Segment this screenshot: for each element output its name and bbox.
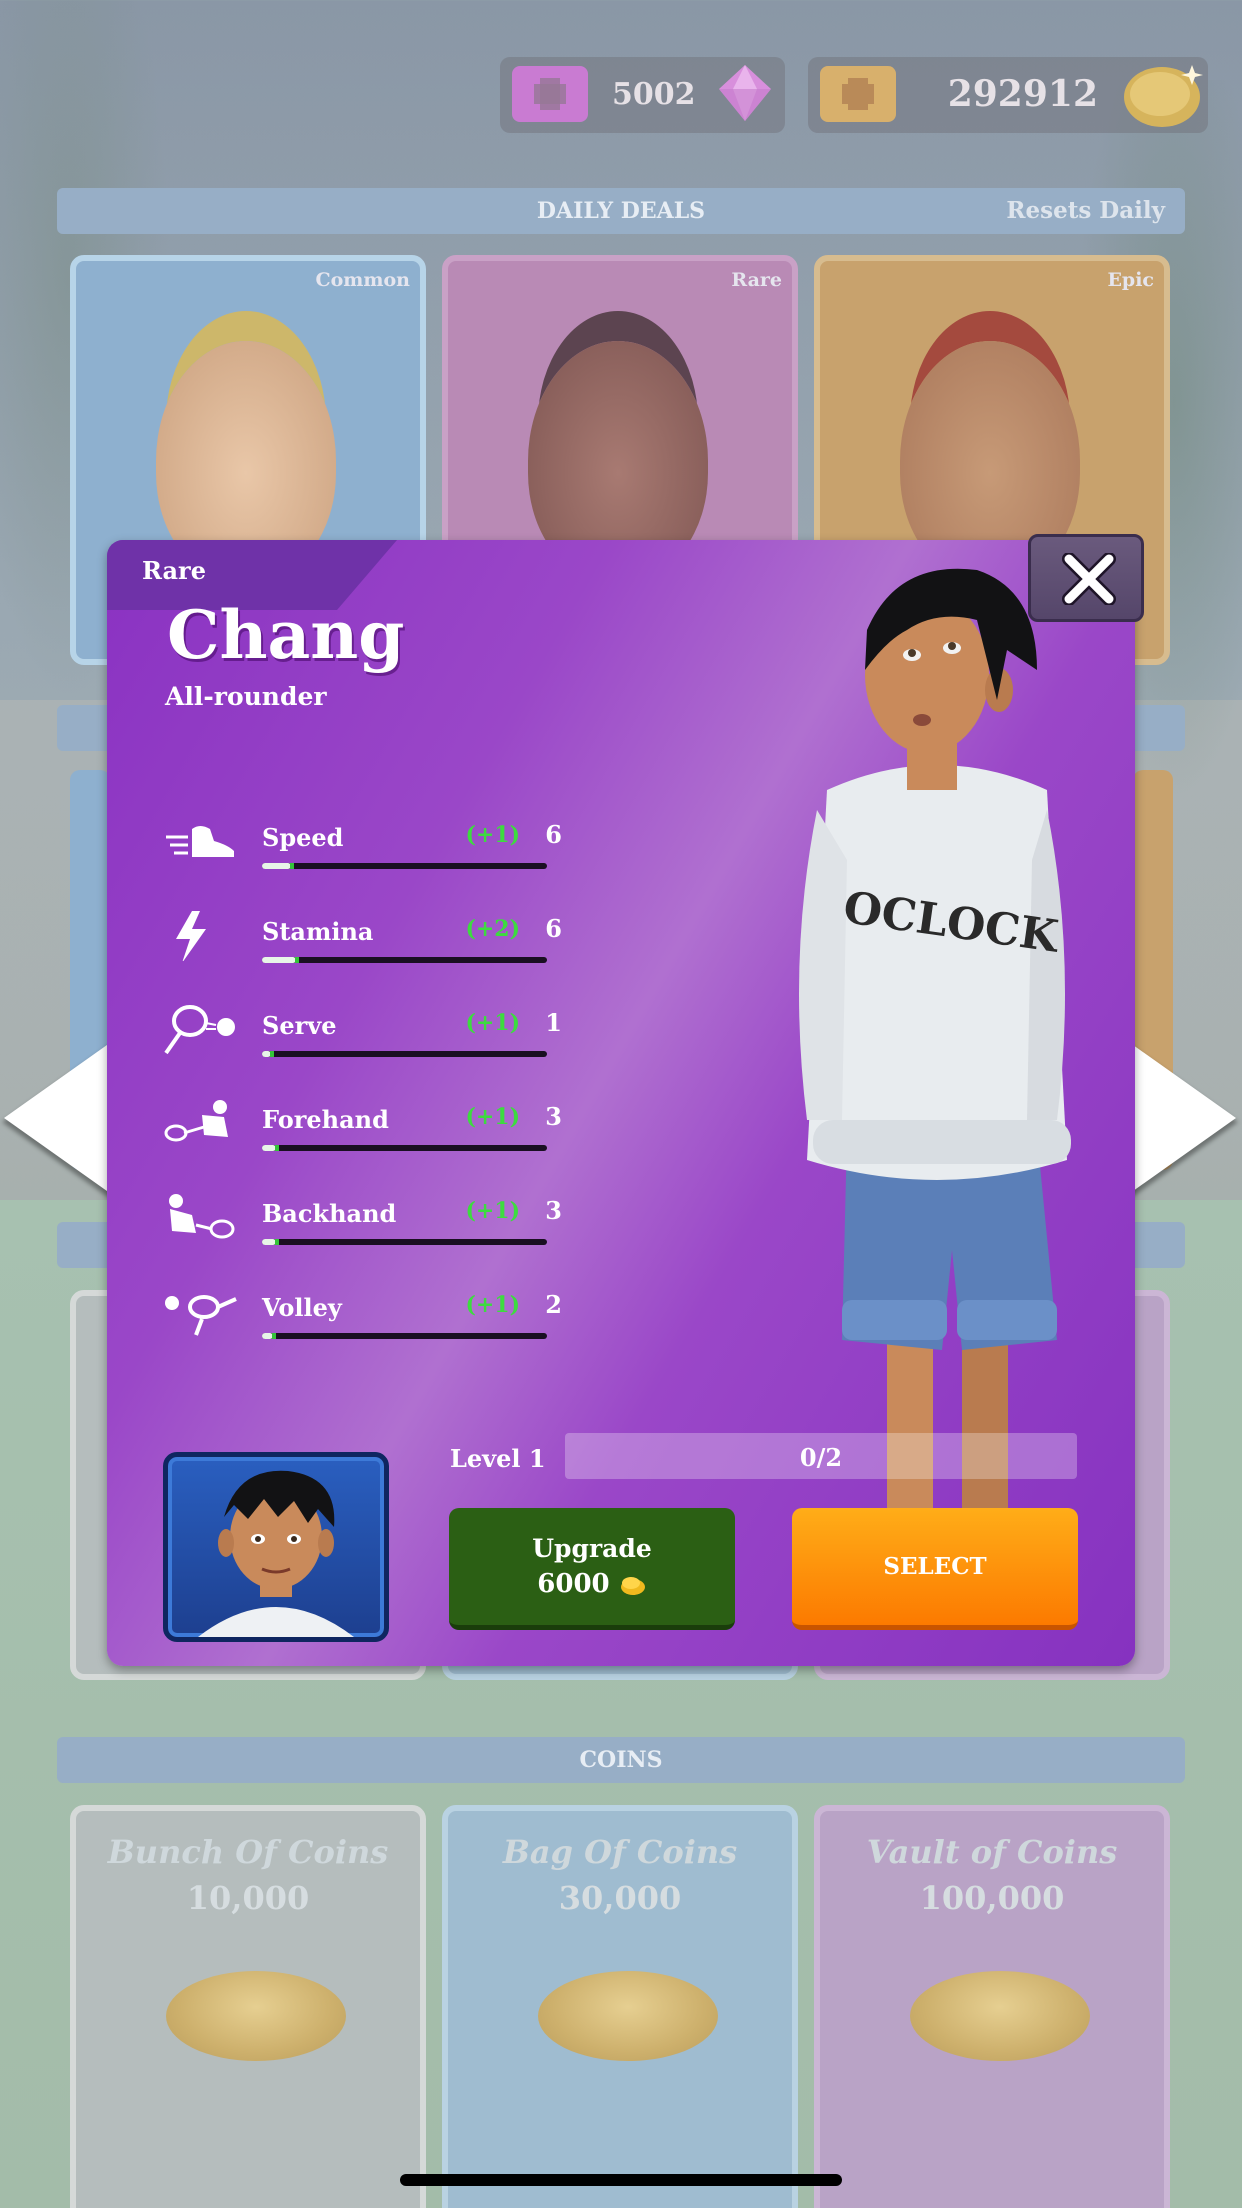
stat-backhand: Backhand (+1) 3: [162, 1191, 562, 1285]
upgrade-cost-row: 6000: [449, 1569, 735, 1599]
stat-volley: Volley (+1) 2: [162, 1285, 562, 1379]
character-role: All-rounder: [165, 682, 327, 711]
card-rarity-label: Rare: [731, 269, 782, 291]
resets-daily-label: Resets Daily: [1006, 197, 1165, 224]
stat-value: 1: [545, 1008, 562, 1037]
shoe-icon: [166, 826, 234, 857]
stat-label: Volley: [262, 1293, 342, 1322]
level-progress-bar: 0/2: [565, 1433, 1077, 1479]
stat-fill: [262, 1333, 277, 1339]
stat-label: Backhand: [262, 1199, 397, 1228]
character-3d-model: OCLOCK: [799, 568, 1071, 1567]
coins-title: COINS: [579, 1747, 663, 1773]
daily-deals-header: DAILY DEALS Resets Daily: [57, 188, 1185, 234]
coin-vault-icon: [910, 1971, 1090, 2061]
level-progress-text: 0/2: [799, 1443, 843, 1472]
gem-icon: [719, 65, 771, 121]
coin-pack-vault[interactable]: Vault of Coins 100,000: [814, 1805, 1170, 2208]
pack-amount: 10,000: [186, 1879, 310, 1917]
stat-fill: [262, 863, 293, 869]
coin-bag-icon: [538, 1971, 718, 2061]
character-detail-modal: Rare Chang All-rounder Speed (+1) 6 Stam…: [107, 540, 1135, 1666]
rarity-label: Rare: [142, 556, 206, 585]
add-gems-button[interactable]: [512, 66, 588, 122]
stat-value: 6: [545, 820, 562, 849]
stat-fill: [262, 957, 300, 963]
stat-bonus: (+1): [465, 822, 520, 848]
backhand-icon: [169, 1194, 235, 1239]
forehand-icon: [164, 1100, 228, 1142]
volley-icon: [165, 1295, 237, 1336]
character-name: Chang: [167, 596, 405, 674]
close-icon: [1062, 553, 1116, 605]
upgrade-label: Upgrade: [532, 1534, 652, 1563]
stat-value: 6: [545, 914, 562, 943]
stat-label: Speed: [262, 823, 344, 852]
coin-pack-bag[interactable]: Bag Of Coins 30,000: [442, 1805, 798, 2208]
gems-value: 5002: [612, 77, 696, 112]
racket-ball-icon: [164, 1005, 235, 1055]
gems-counter: 5002: [500, 57, 785, 133]
daily-deals-title: DAILY DEALS: [536, 198, 706, 224]
coin-pile-icon: [166, 1971, 346, 2061]
stat-value: 3: [545, 1196, 562, 1225]
stat-bonus: (+1): [465, 1010, 520, 1036]
stat-forehand: Forehand (+1) 3: [162, 1097, 562, 1191]
stat-fill: [262, 1051, 273, 1057]
stat-bonus: (+2): [465, 916, 520, 942]
close-button[interactable]: [1028, 534, 1144, 622]
pack-name: Bunch Of Coins: [107, 1833, 389, 1871]
coin-icon: [1124, 65, 1203, 127]
stat-value: 3: [545, 1102, 562, 1131]
stat-label: Serve: [262, 1011, 337, 1040]
stat-value: 2: [545, 1290, 562, 1319]
level-label: Level 1: [450, 1444, 546, 1473]
coins-counter: 292912: [808, 57, 1208, 133]
coins-header: COINS: [57, 1737, 1185, 1783]
portrait-image: [198, 1470, 354, 1637]
pack-amount: 30,000: [558, 1879, 682, 1917]
coins-value: 292912: [947, 73, 1098, 115]
select-button[interactable]: SELECT: [792, 1508, 1078, 1630]
stat-speed: Speed (+1) 6: [162, 815, 562, 909]
card-rarity-label: Epic: [1107, 269, 1154, 291]
upgrade-cost: 6000: [537, 1569, 610, 1599]
upgrade-button[interactable]: Upgrade 6000: [449, 1508, 735, 1630]
stat-bonus: (+1): [465, 1198, 520, 1224]
pack-amount: 100,000: [919, 1879, 1065, 1917]
stat-bonus: (+1): [465, 1104, 520, 1130]
lightning-icon: [176, 911, 206, 961]
character-portrait: [163, 1452, 389, 1642]
pack-name: Bag Of Coins: [502, 1833, 738, 1871]
stat-bar: [262, 863, 547, 869]
previous-character-arrow-icon[interactable]: [4, 1040, 114, 1196]
coin-icon: [620, 1577, 645, 1595]
stat-bar: [262, 957, 547, 963]
stats-list: Speed (+1) 6 Stamina (+2) 6 Serve (+1) 1: [162, 815, 562, 1379]
stat-bar: [262, 1239, 547, 1245]
stat-fill: [262, 1145, 280, 1151]
stat-label: Stamina: [262, 917, 374, 946]
pack-name: Vault of Coins: [866, 1833, 1118, 1871]
coin-pack-bunch[interactable]: Bunch Of Coins 10,000: [70, 1805, 426, 2208]
stat-serve: Serve (+1) 1: [162, 1003, 562, 1097]
stat-fill: [262, 1239, 280, 1245]
stat-stamina: Stamina (+2) 6: [162, 909, 562, 1003]
stat-bar: [262, 1333, 547, 1339]
stat-bar: [262, 1051, 547, 1057]
stat-bar: [262, 1145, 547, 1151]
next-character-arrow-icon[interactable]: [1126, 1040, 1236, 1196]
add-coins-button[interactable]: [820, 66, 896, 122]
card-rarity-label: Common: [315, 269, 411, 291]
stat-bonus: (+1): [465, 1292, 520, 1318]
stat-label: Forehand: [262, 1105, 389, 1134]
home-indicator[interactable]: [400, 2174, 842, 2186]
